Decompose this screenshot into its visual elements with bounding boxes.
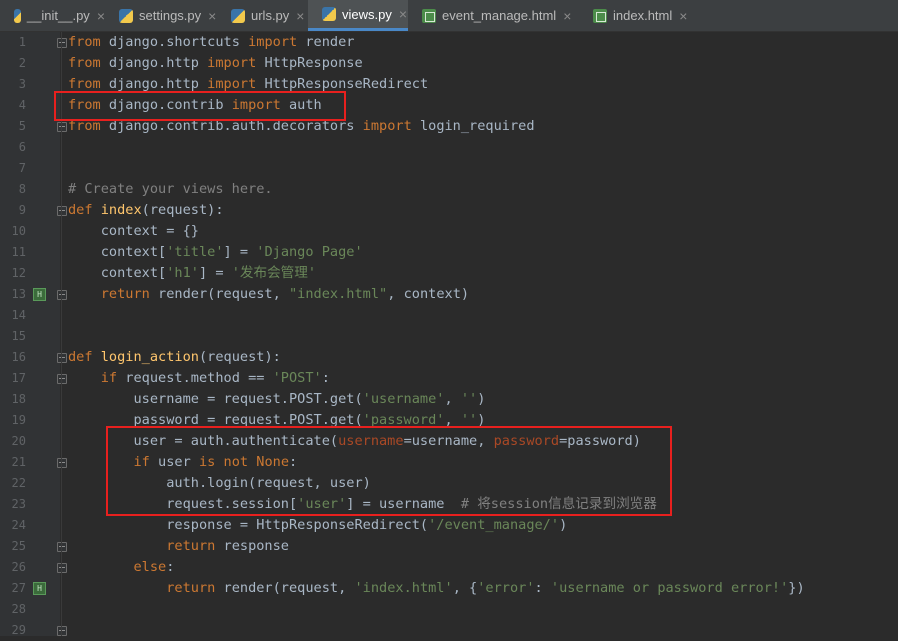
- code-line: if request.method == 'POST':: [100, 370, 330, 386]
- template-navigation-icon[interactable]: H: [33, 582, 46, 595]
- tab-label: event_manage.html: [442, 8, 557, 23]
- html-file-icon: [593, 8, 607, 23]
- line-number-gutter: 1 2 3 4 5 6 7 8 9 10 11 12 13 14 15 16 1…: [0, 32, 67, 637]
- line-number: 11: [11, 245, 26, 259]
- line-number: 1: [18, 35, 26, 49]
- close-tab-icon[interactable]: ×: [563, 8, 571, 24]
- close-tab-icon[interactable]: ×: [296, 8, 304, 24]
- highlight-box-auth-block: [106, 426, 672, 516]
- tab-event-manage-html[interactable]: event_manage.html ×: [408, 0, 579, 31]
- code-line: def login_action(request):: [68, 349, 281, 365]
- tab-index-html[interactable]: index.html ×: [579, 0, 689, 31]
- code-line: # Create your views here.: [68, 181, 273, 197]
- code-line: response = HttpResponseRedirect('/event_…: [68, 517, 568, 533]
- line-number: 18: [11, 392, 26, 406]
- tab-views-py[interactable]: views.py ×: [308, 0, 408, 31]
- line-number: 19: [11, 413, 26, 427]
- code-line: context['h1'] = '发布会管理': [68, 265, 317, 281]
- tab-settings-py[interactable]: settings.py ×: [105, 0, 217, 31]
- tab-label: urls.py: [251, 8, 290, 23]
- code-line: return response: [166, 538, 289, 554]
- line-number: 22: [11, 476, 26, 490]
- tab-label: views.py: [342, 6, 392, 22]
- code-line: return render(request, "index.html", con…: [100, 286, 470, 302]
- code-line: context = {}: [68, 223, 199, 239]
- code-line: else:: [133, 559, 175, 575]
- line-number: 17: [11, 371, 26, 385]
- code-line: context['title'] = 'Django Page': [68, 244, 363, 260]
- line-number: 24: [11, 518, 26, 532]
- python-file-icon: [119, 8, 133, 23]
- line-number: 7: [18, 161, 26, 175]
- fold-marker-icon[interactable]: [57, 206, 67, 216]
- close-tab-icon[interactable]: ×: [97, 8, 105, 24]
- html-file-icon: [422, 8, 436, 23]
- line-number: 27: [11, 581, 26, 595]
- fold-marker-icon[interactable]: [57, 374, 67, 384]
- fold-marker-icon[interactable]: [57, 563, 67, 573]
- line-number: 8: [18, 182, 26, 196]
- line-number: 10: [11, 224, 26, 238]
- fold-marker-icon[interactable]: [57, 290, 67, 300]
- line-number: 13: [11, 287, 26, 301]
- close-tab-icon[interactable]: ×: [399, 6, 407, 22]
- line-number: 20: [11, 434, 26, 448]
- fold-marker-icon[interactable]: [57, 38, 67, 48]
- editor-tab-bar: __init__.py × settings.py × urls.py × vi…: [0, 0, 898, 32]
- line-number: 29: [11, 623, 26, 637]
- close-tab-icon[interactable]: ×: [208, 8, 216, 24]
- line-number: 3: [18, 77, 26, 91]
- code-line: def index(request):: [68, 202, 224, 218]
- tab-label: settings.py: [139, 8, 202, 23]
- python-file-icon: [14, 8, 21, 23]
- code-line: from django.shortcuts import render: [68, 34, 355, 50]
- fold-marker-icon[interactable]: [57, 458, 67, 468]
- line-number: 25: [11, 539, 26, 553]
- template-navigation-icon[interactable]: H: [33, 288, 46, 301]
- gutter-divider: [61, 32, 62, 636]
- fold-marker-icon[interactable]: [57, 122, 67, 132]
- line-number: 9: [18, 203, 26, 217]
- tab-init-py[interactable]: __init__.py ×: [0, 0, 105, 31]
- fold-marker-icon[interactable]: [57, 353, 67, 363]
- code-line: from django.http import HttpResponse: [68, 55, 363, 71]
- fold-marker-icon[interactable]: [57, 542, 67, 552]
- line-number: 4: [18, 98, 26, 112]
- line-number: 21: [11, 455, 26, 469]
- line-number: 16: [11, 350, 26, 364]
- line-number: 26: [11, 560, 26, 574]
- line-number: 6: [18, 140, 26, 154]
- tab-urls-py[interactable]: urls.py ×: [217, 0, 308, 31]
- line-number: 12: [11, 266, 26, 280]
- close-tab-icon[interactable]: ×: [679, 8, 687, 24]
- line-number: 23: [11, 497, 26, 511]
- line-number: 14: [11, 308, 26, 322]
- line-number: 28: [11, 602, 26, 616]
- highlight-box-import-auth: [54, 91, 346, 121]
- fold-marker-icon[interactable]: [57, 626, 67, 636]
- code-line: username = request.POST.get('username', …: [68, 391, 486, 407]
- code-line: return render(request, 'index.html', {'e…: [166, 580, 805, 596]
- line-number: 5: [18, 119, 26, 133]
- python-file-icon: [231, 8, 245, 23]
- tab-label: __init__.py: [26, 8, 90, 23]
- tab-label: index.html: [613, 8, 673, 23]
- python-file-icon: [322, 7, 336, 21]
- line-number: 2: [18, 56, 26, 70]
- line-number: 15: [11, 329, 26, 343]
